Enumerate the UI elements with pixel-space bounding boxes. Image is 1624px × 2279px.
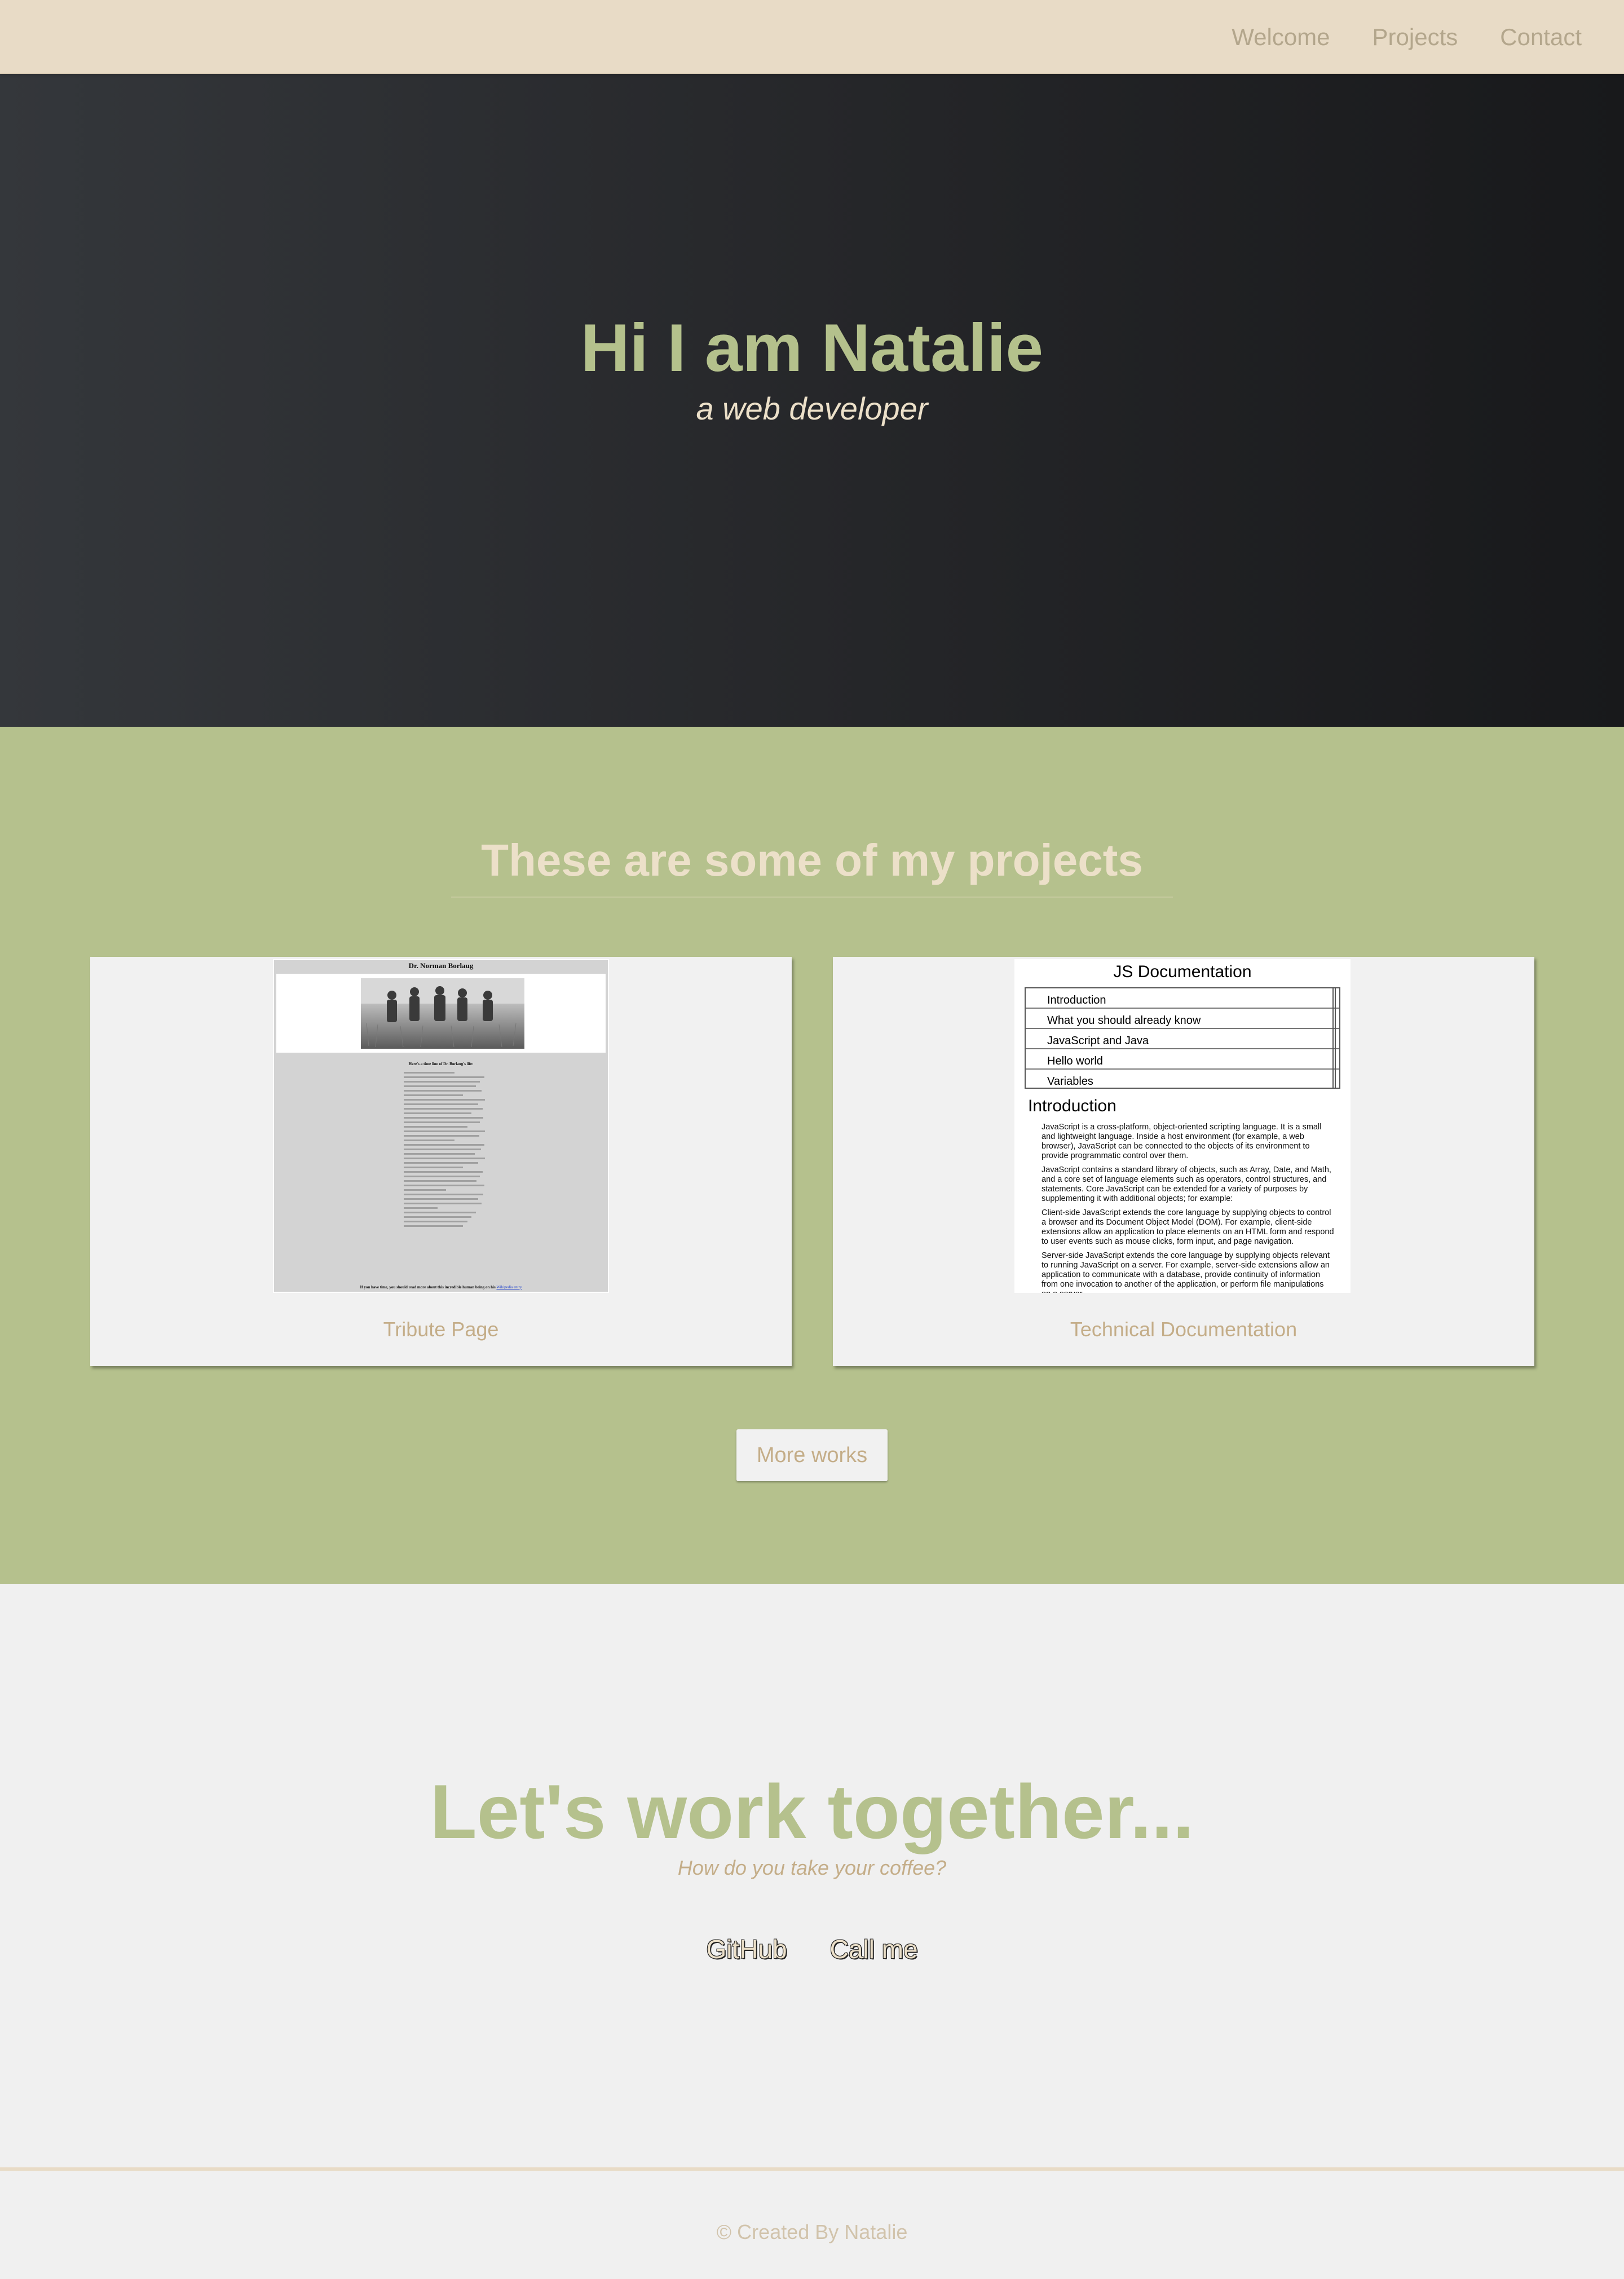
doc-thumb-nav-item: Variables <box>1047 1075 1093 1088</box>
doc-thumb-paragraph: Client-side JavaScript extends the core … <box>1042 1208 1334 1246</box>
doc-thumb-nav-item: Hello world <box>1026 1049 1339 1070</box>
nav-link-contact[interactable]: Contact <box>1500 24 1582 51</box>
doc-thumb-nav-item: What you should already know <box>1026 1009 1339 1029</box>
tribute-thumb-footer-text: If you have time, you should read more a… <box>360 1285 496 1289</box>
project-card-label: Technical Documentation <box>1070 1318 1298 1341</box>
welcome-section: Hi I am Natalie a web developer <box>0 74 1624 727</box>
projects-title: These are some of my projects <box>481 835 1143 885</box>
doc-thumb-paragraph: JavaScript contains a standard library o… <box>1042 1165 1331 1203</box>
tribute-thumb-footer-link: Wikipedia entry <box>496 1285 522 1289</box>
nav-link-welcome[interactable]: Welcome <box>1232 24 1330 51</box>
doc-thumb-scrollbar <box>1332 988 1336 1088</box>
project-card-tribute[interactable]: Dr. Norman Borlaug Here's a time line of… <box>90 957 792 1366</box>
call-me-link[interactable]: Call me <box>830 1934 918 1964</box>
footer: © Created By Natalie <box>0 2167 1624 2279</box>
tribute-thumb-image-box <box>276 974 606 1053</box>
doc-thumb-nav-item: JavaScript and Java <box>1026 1029 1339 1049</box>
navbar: Welcome Projects Contact <box>0 0 1624 74</box>
doc-thumb-section-heading: Introduction <box>1028 1097 1116 1115</box>
nav-links: Welcome Projects Contact <box>1232 0 1582 74</box>
doc-thumb-paragraph: JavaScript is a cross-platform, object-o… <box>1042 1123 1322 1160</box>
tribute-page-thumbnail: Dr. Norman Borlaug Here's a time line of… <box>273 959 609 1293</box>
tribute-thumb-heading: Here's a time line of Dr. Borlaug's life… <box>408 1062 474 1066</box>
doc-thumb-nav-item: Introduction <box>1026 988 1339 1009</box>
hero-title: Hi I am Natalie <box>580 310 1044 386</box>
doc-thumb-title: JS Documentation <box>1113 962 1252 981</box>
tribute-photo-image <box>361 978 524 1049</box>
project-card-label: Tribute Page <box>383 1318 499 1341</box>
github-link[interactable]: GitHub <box>706 1934 787 1964</box>
contact-subtitle: How do you take your coffee? <box>677 1856 947 1879</box>
doc-thumb-body: JavaScript is a cross-platform, object-o… <box>1042 1123 1335 1293</box>
doc-thumb-nav: Introduction What you should already kno… <box>1025 987 1340 1089</box>
doc-thumb-paragraph: Server-side JavaScript extends the core … <box>1042 1251 1330 1293</box>
project-card-documentation[interactable]: JS Documentation Introduction What you s… <box>833 957 1534 1366</box>
contact-title: Let's work together... <box>430 1769 1194 1854</box>
nav-link-projects[interactable]: Projects <box>1373 24 1458 51</box>
more-works-button[interactable]: More works <box>736 1429 888 1481</box>
tribute-thumb-title: Dr. Norman Borlaug <box>408 961 474 970</box>
projects-title-underline <box>451 896 1173 898</box>
documentation-page-thumbnail: JS Documentation Introduction What you s… <box>1014 959 1351 1293</box>
contact-links: GitHub Call me <box>0 1934 1624 1964</box>
hero-subtitle: a web developer <box>696 390 928 426</box>
tribute-thumb-timeline <box>404 1072 488 1230</box>
tribute-thumb-footer: If you have time, you should read more a… <box>274 1285 608 1289</box>
footer-credit: © Created By Natalie <box>716 2220 908 2243</box>
